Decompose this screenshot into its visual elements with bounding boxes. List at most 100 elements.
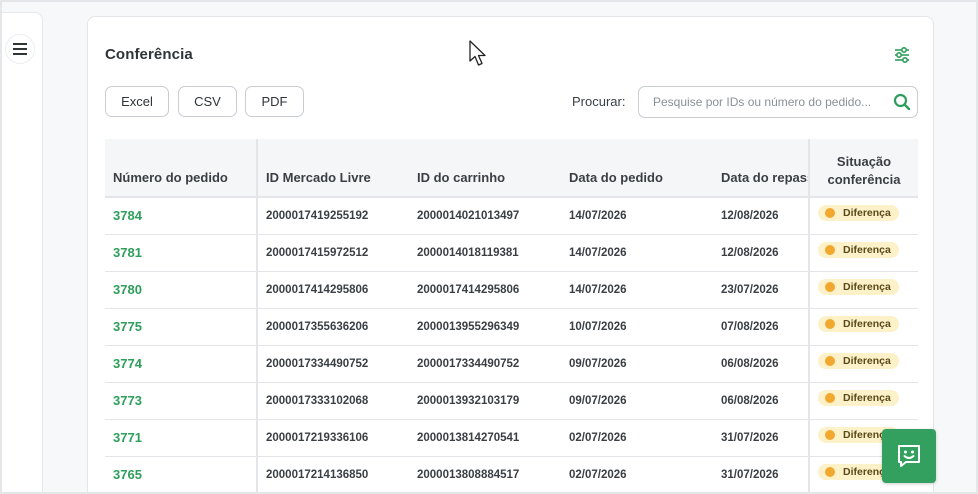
order-number-link[interactable]: 3765 (105, 456, 258, 492)
search-field (638, 86, 918, 118)
order-number-link[interactable]: 3774 (105, 345, 258, 383)
status-dot-icon (825, 318, 835, 329)
column-header-cart-id[interactable]: ID do carrinho (409, 139, 561, 198)
left-sidebar (2, 12, 43, 492)
table-row[interactable]: 3771 2000017219336106 2000013814270541 02/0… (105, 419, 918, 457)
export-excel-button[interactable]: Excel (105, 86, 169, 117)
mouse-cursor-icon (469, 40, 486, 66)
status-badge-label: Diferença (843, 207, 891, 219)
order-date-cell: 09/07/2026 (561, 345, 713, 383)
order-number-link[interactable]: 3773 (105, 382, 258, 420)
ml-id-cell: 2000017334490752 (257, 345, 409, 383)
export-csv-button[interactable]: CSV (178, 86, 237, 117)
ml-id-cell: 2000017355636206 (257, 308, 409, 346)
transfer-date-cell: 31/07/2026 (713, 456, 809, 492)
status-cell: Diferença (808, 197, 918, 235)
order-date-cell: 02/07/2026 (561, 419, 713, 457)
order-date-cell: 14/07/2026 (561, 271, 713, 309)
status-badge: Diferença (818, 205, 899, 221)
cart-id-cell: 2000013955296349 (409, 308, 561, 346)
chat-smile-icon (898, 445, 920, 467)
status-badge-label: Diferença (843, 317, 891, 330)
orders-table: Número do pedido ID Mercado Livre ID do … (105, 139, 918, 492)
status-badge-label: Diferença (843, 354, 891, 367)
ml-id-cell: 2000017414295806 (257, 271, 409, 309)
status-badge-label: Diferença (843, 243, 891, 256)
column-header-order-date[interactable]: Data do pedido (561, 139, 713, 198)
table-row[interactable]: 3781 2000017415972512 2000014018119381 14/0… (105, 234, 918, 272)
ml-id-cell: 2000017333102068 (257, 382, 409, 420)
table-row[interactable]: 3775 2000017355636206 2000013955296349 10/0… (105, 308, 918, 346)
search-icon[interactable] (893, 93, 911, 111)
search-label: Procurar: (572, 94, 626, 109)
app-frame: Conferência Excel CSV PDF Procurar: Pesq… (2, 2, 976, 492)
status-badge: Diferença (818, 241, 899, 258)
ml-id-cell: 2000017214136850 (257, 456, 409, 492)
table-row[interactable]: 3765 2000017214136850 2000013808884517 02/0… (105, 456, 918, 492)
status-dot-icon (825, 466, 835, 477)
cart-id-cell: 2000017334490752 (409, 345, 561, 383)
transfer-date-cell: 07/08/2026 (713, 308, 809, 346)
cart-id-cell: 2000017414295806 (409, 271, 561, 309)
ml-id-cell: 2000017419255192 (257, 197, 409, 235)
status-badge-label: Diferença (843, 391, 891, 404)
column-header-status[interactable]: Situação conferência (808, 139, 918, 198)
ml-id-cell: 2000017415972512 (257, 234, 409, 272)
transfer-date-cell: 31/07/2026 (713, 419, 809, 457)
transfer-date-cell: 12/08/2026 (713, 197, 809, 235)
status-badge: Diferença (818, 315, 899, 332)
status-cell: Diferença (808, 382, 918, 420)
cart-id-cell: 2000014018119381 (409, 234, 561, 272)
status-badge: Diferença (818, 352, 899, 369)
status-badge: Diferença (818, 278, 899, 295)
status-dot-icon (825, 392, 835, 403)
hamburger-menu-icon (13, 43, 27, 55)
table-row[interactable]: 3774 2000017334490752 2000017334490752 09/0… (105, 345, 918, 383)
order-number-link[interactable]: 3775 (105, 308, 258, 346)
table-row[interactable]: 3773 2000017333102068 2000013932103179 09/0… (105, 382, 918, 420)
status-header-line2: conferência (827, 171, 901, 187)
filter-settings-button[interactable] (892, 45, 912, 65)
transfer-date-cell: 06/08/2026 (713, 345, 809, 383)
column-header-ml-id[interactable]: ID Mercado Livre (257, 139, 409, 198)
column-header-order-number[interactable]: Número do pedido (105, 139, 258, 198)
order-date-cell: 10/07/2026 (561, 308, 713, 346)
order-number-link[interactable]: 3771 (105, 419, 258, 457)
menu-toggle-button[interactable] (5, 34, 35, 64)
cart-id-cell: 2000013932103179 (409, 382, 561, 420)
order-number-link[interactable]: 3781 (105, 234, 258, 272)
order-number-link[interactable]: 3780 (105, 271, 258, 309)
status-header-line1: Situação (836, 153, 892, 169)
column-header-transfer-date[interactable]: Data do repasse (713, 139, 809, 198)
page-title: Conferência (105, 46, 193, 63)
status-dot-icon (825, 244, 835, 255)
order-date-cell: 14/07/2026 (561, 197, 713, 235)
status-cell: Diferença (808, 234, 918, 272)
status-dot-icon (825, 429, 835, 440)
status-cell: Diferença (808, 271, 918, 309)
sliders-icon (895, 47, 909, 63)
chat-support-button[interactable] (882, 429, 936, 483)
export-pdf-button[interactable]: PDF (245, 86, 304, 117)
cart-id-cell: 2000013808884517 (409, 456, 561, 492)
status-dot-icon (825, 208, 835, 218)
orders-table-container: Número do pedido ID Mercado Livre ID do … (105, 139, 918, 492)
status-dot-icon (825, 355, 835, 366)
status-dot-icon (825, 281, 835, 292)
transfer-date-cell: 23/07/2026 (713, 271, 809, 309)
status-badge: Diferença (818, 389, 899, 406)
transfer-date-cell: 12/08/2026 (713, 234, 809, 272)
cart-id-cell: 2000013814270541 (409, 419, 561, 457)
conferencia-card: Conferência Excel CSV PDF Procurar: Pesq… (87, 16, 934, 492)
table-row[interactable]: 3784 2000017419255192 2000014021013497 14/0… (105, 197, 918, 235)
order-number-link[interactable]: 3784 (105, 197, 258, 235)
status-cell: Diferença (808, 308, 918, 346)
cart-id-cell: 2000014021013497 (409, 197, 561, 235)
transfer-date-cell: 06/08/2026 (713, 382, 809, 420)
order-date-cell: 09/07/2026 (561, 382, 713, 420)
order-date-cell: 14/07/2026 (561, 234, 713, 272)
search-input[interactable] (653, 87, 885, 117)
table-row[interactable]: 3780 2000017414295806 2000017414295806 14/0… (105, 271, 918, 309)
table-header-row: Número do pedido ID Mercado Livre ID do … (105, 139, 918, 198)
status-cell: Diferença (808, 345, 918, 383)
